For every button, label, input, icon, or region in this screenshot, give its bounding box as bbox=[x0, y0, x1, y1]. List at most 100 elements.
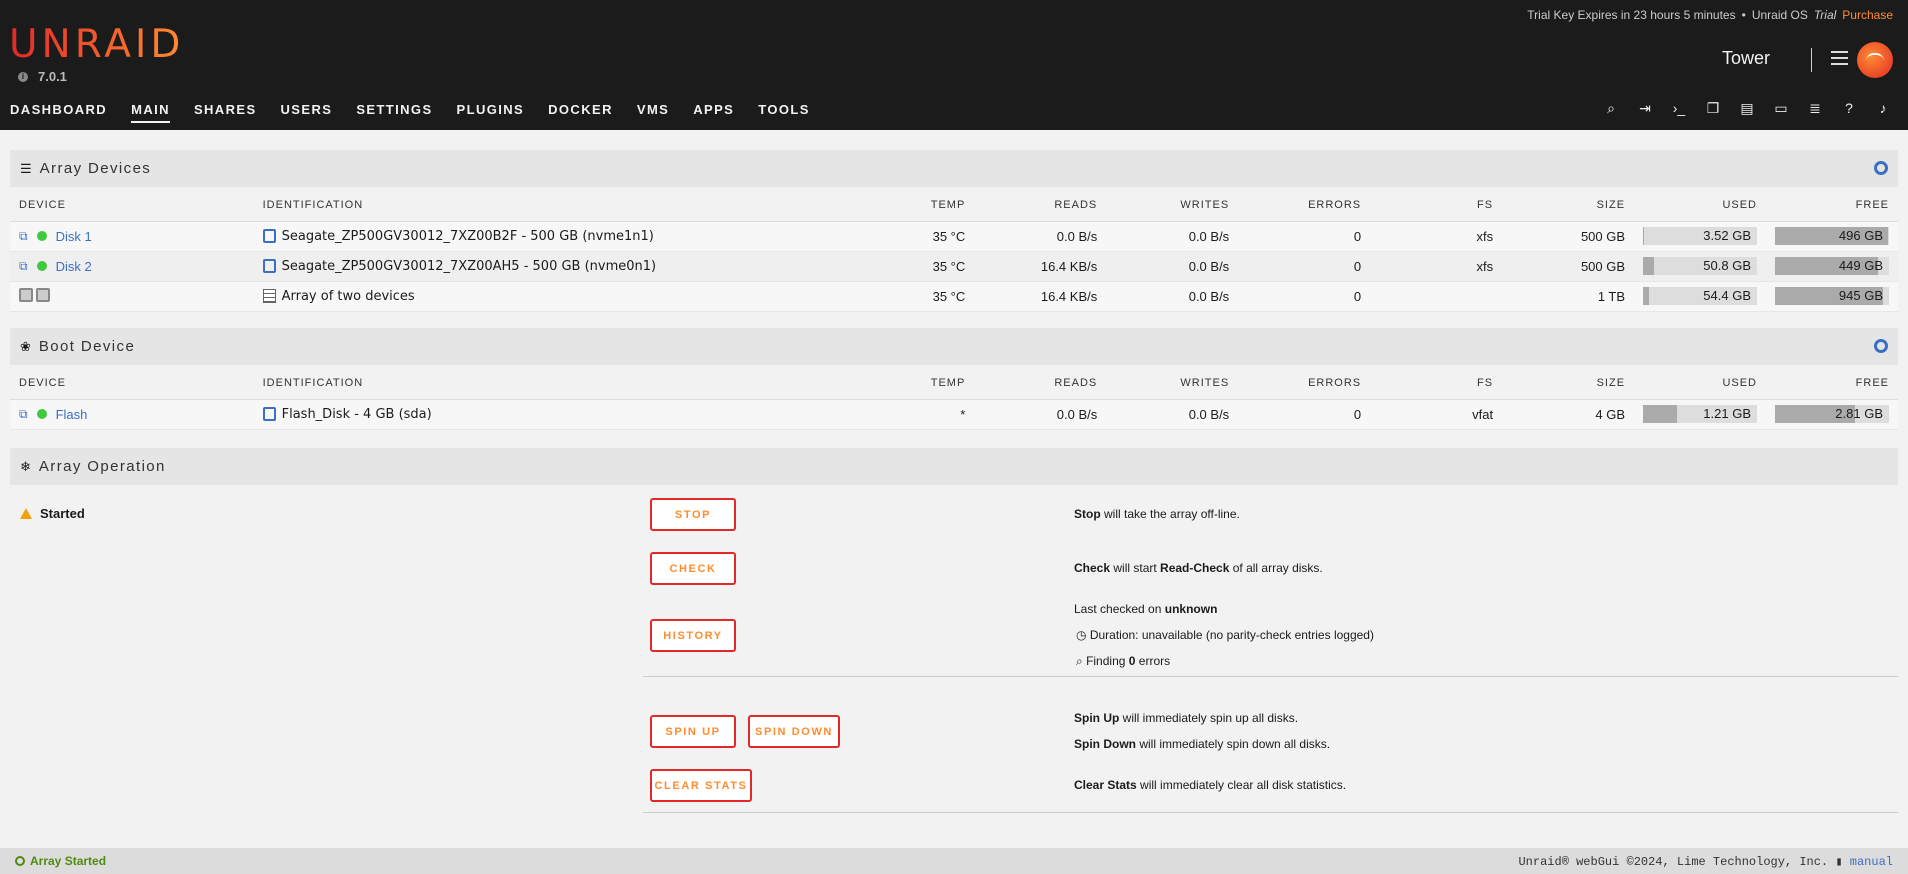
check-button[interactable]: CHECK bbox=[650, 552, 736, 585]
column-header-fs: FS bbox=[1370, 367, 1503, 400]
used-bar: 1.21 GB bbox=[1643, 405, 1757, 423]
external-link-icon[interactable]: ⧉ bbox=[19, 229, 28, 244]
manual-link[interactable]: manual bbox=[1850, 855, 1893, 869]
filesystem bbox=[1370, 281, 1503, 312]
column-header-temp: TEMP bbox=[903, 367, 975, 400]
column-header-device: DEVICE bbox=[10, 367, 254, 400]
copy-icon[interactable]: ❐ bbox=[1696, 100, 1730, 117]
reads: 0.0 B/s bbox=[974, 399, 1107, 430]
user-avatar[interactable] bbox=[1857, 42, 1893, 78]
expand-icon[interactable] bbox=[36, 287, 50, 302]
gauge-icon[interactable] bbox=[1874, 161, 1888, 175]
copyright-text: Unraid® webGui ©2024, Lime Technology, I… bbox=[1518, 854, 1829, 869]
trial-expiry-text: Trial Key Expires in 23 hours 5 minutes bbox=[1527, 8, 1736, 22]
column-header-free: FREE bbox=[1766, 189, 1898, 222]
identification: Flash_Disk - 4 GB (sda) bbox=[281, 406, 432, 422]
display-icon[interactable]: ▭ bbox=[1764, 100, 1798, 117]
status-dot bbox=[36, 261, 47, 271]
stop-description: Stop will take the array off-line. bbox=[1074, 507, 1240, 521]
column-header-identification: IDENTIFICATION bbox=[253, 367, 904, 400]
last-checked-text: Last checked on unknown bbox=[1074, 602, 1218, 616]
device-link[interactable]: Disk 1 bbox=[56, 229, 92, 244]
header-divider bbox=[1811, 48, 1812, 72]
help-icon[interactable]: ? bbox=[1832, 100, 1866, 117]
free-bar: 2.81 GB bbox=[1775, 405, 1889, 423]
reads: 16.4 KB/s bbox=[974, 281, 1107, 312]
identification: Array of two devices bbox=[281, 288, 415, 304]
disk-icon bbox=[262, 229, 276, 243]
notes-icon[interactable]: ▤ bbox=[1730, 100, 1764, 117]
external-link-icon[interactable]: ⧉ bbox=[19, 259, 28, 274]
nav-tools[interactable]: TOOLS bbox=[758, 102, 810, 123]
errors: 0 bbox=[1238, 251, 1371, 282]
spin-up-description: Spin Up will immediately spin up all dis… bbox=[1074, 711, 1299, 725]
nav-plugins[interactable]: PLUGINS bbox=[457, 102, 525, 123]
nav-dashboard[interactable]: DASHBOARD bbox=[10, 102, 107, 123]
logout-icon[interactable]: ⇥ bbox=[1628, 100, 1662, 117]
identification: Seagate_ZP500GV30012_7XZ00B2F - 500 GB (… bbox=[281, 228, 654, 244]
array-devices-title: Array Devices bbox=[39, 160, 152, 177]
search-icon[interactable]: ⌕ bbox=[1594, 100, 1628, 117]
table-row: ⧉ Flash Flash_Disk - 4 GB (sda) * 0.0 B/s 0.0… bbox=[10, 399, 1898, 430]
info-icon: i bbox=[18, 71, 28, 82]
terminal-icon[interactable]: ›_ bbox=[1662, 100, 1696, 117]
used-bar: 54.4 GB bbox=[1643, 287, 1757, 305]
device-link[interactable]: Flash bbox=[56, 407, 88, 422]
writes: 0.0 B/s bbox=[1106, 399, 1239, 430]
array-operation-title: Array Operation bbox=[38, 458, 166, 475]
bell-icon[interactable]: ♪ bbox=[1866, 100, 1900, 117]
version-info[interactable]: i 7.0.1 bbox=[18, 69, 67, 84]
size: 4 GB bbox=[1502, 399, 1635, 430]
nav-apps[interactable]: APPS bbox=[693, 102, 734, 123]
trial-banner: Trial Key Expires in 23 hours 5 minutes … bbox=[1527, 8, 1893, 22]
status-dot bbox=[36, 409, 47, 419]
temp: 35 °C bbox=[903, 221, 975, 252]
clear-stats-button[interactable]: CLEAR STATS bbox=[650, 769, 752, 802]
column-header-writes: WRITES bbox=[1106, 367, 1239, 400]
gauge-icon[interactable] bbox=[1874, 339, 1888, 353]
purchase-link[interactable]: Purchase bbox=[1842, 8, 1893, 22]
temp: * bbox=[903, 399, 975, 430]
nav-shares[interactable]: SHARES bbox=[194, 102, 257, 123]
column-header-errors: ERRORS bbox=[1238, 189, 1371, 222]
book-icon: ▮ bbox=[1835, 854, 1850, 869]
history-button[interactable]: HISTORY bbox=[650, 619, 736, 652]
boot-device-header: ❀ Boot Device bbox=[10, 328, 1898, 365]
errors: 0 bbox=[1238, 221, 1371, 252]
database-icon: ☰ bbox=[20, 160, 32, 176]
column-header-size: SIZE bbox=[1502, 367, 1635, 400]
footer: Array Started Unraid® webGui ©2024, Lime… bbox=[0, 848, 1908, 874]
nav-settings[interactable]: SETTINGS bbox=[356, 102, 432, 123]
nav-users[interactable]: USERS bbox=[281, 102, 333, 123]
nav-main[interactable]: MAIN bbox=[131, 102, 170, 123]
search-icon: ⌕ bbox=[1076, 654, 1087, 668]
device-link[interactable]: Disk 2 bbox=[56, 259, 92, 274]
identification: Seagate_ZP500GV30012_7XZ00AH5 - 500 GB (… bbox=[281, 258, 657, 274]
list-icon bbox=[262, 289, 276, 303]
table-row: Array of two devices 35 °C 16.4 KB/s 0.0 B/… bbox=[10, 281, 1898, 312]
column-header-used: USED bbox=[1634, 189, 1766, 222]
column-header-free: FREE bbox=[1766, 367, 1898, 400]
external-link-icon[interactable]: ⧉ bbox=[19, 407, 28, 422]
nav-docker[interactable]: DOCKER bbox=[548, 102, 613, 123]
stop-button[interactable]: STOP bbox=[650, 498, 736, 531]
trial-bullet: • bbox=[1741, 8, 1746, 22]
spin-up-button[interactable]: SPIN UP bbox=[650, 715, 736, 748]
column-header-errors: ERRORS bbox=[1238, 367, 1371, 400]
column-header-temp: TEMP bbox=[903, 189, 975, 222]
unraid-logo[interactable]: UNRAID bbox=[9, 22, 184, 67]
column-header-used: USED bbox=[1634, 367, 1766, 400]
finding-text: ⌕ Finding 0 errors bbox=[1076, 654, 1171, 668]
nav-vms[interactable]: VMS bbox=[637, 102, 669, 123]
hamburger-menu-icon[interactable] bbox=[1831, 51, 1848, 65]
column-header-reads: READS bbox=[974, 367, 1107, 400]
filesystem: xfs bbox=[1370, 221, 1503, 252]
toolbar: ⌕ ⇥ ›_ ❐ ▤ ▭ ≣ ? ♪ bbox=[1594, 100, 1900, 117]
boot-device-title: Boot Device bbox=[38, 338, 136, 355]
spin-down-button[interactable]: SPIN DOWN bbox=[748, 715, 840, 748]
spin-down-description: Spin Down will immediately spin down all… bbox=[1074, 737, 1331, 751]
collapse-icon[interactable] bbox=[19, 287, 33, 302]
column-header-identification: IDENTIFICATION bbox=[253, 189, 904, 222]
status-dot bbox=[36, 231, 47, 241]
log-icon[interactable]: ≣ bbox=[1798, 100, 1832, 117]
